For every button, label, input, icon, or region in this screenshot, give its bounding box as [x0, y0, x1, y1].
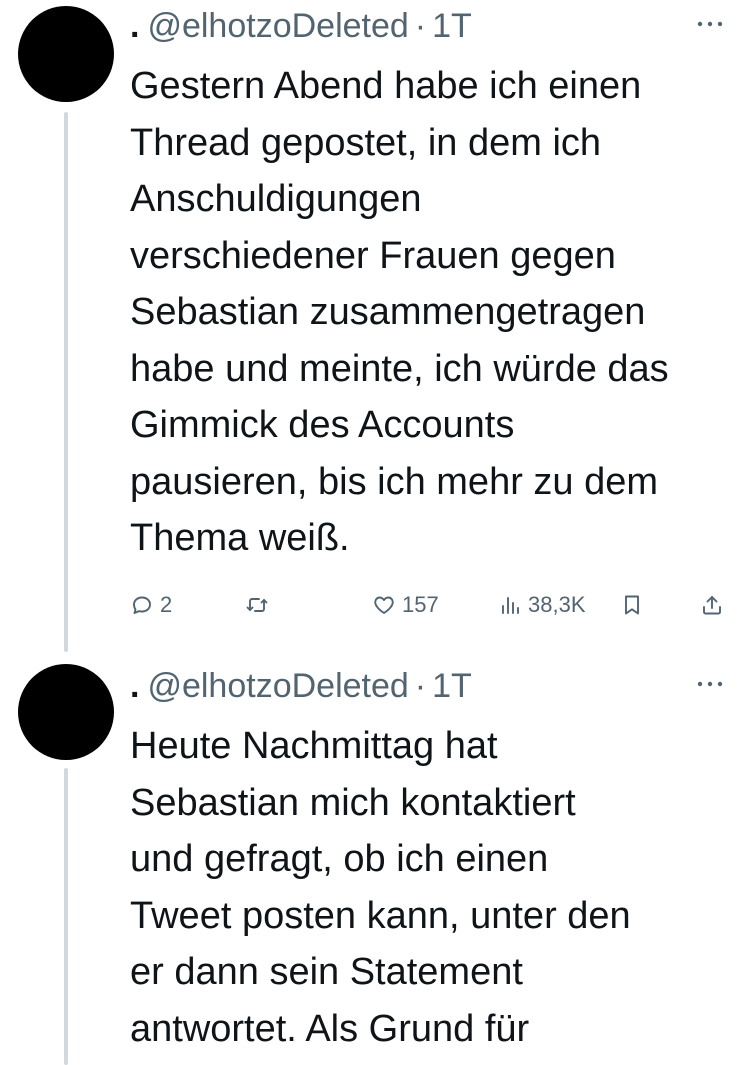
- tweet-text-line: er dann sein Statement: [130, 951, 523, 993]
- avatar[interactable]: [18, 664, 114, 760]
- thread-connector-line: [64, 768, 68, 1065]
- display-name[interactable]: .: [130, 667, 139, 706]
- tweet-text-line: Thread gepostet, in dem ich: [130, 121, 602, 164]
- user-handle[interactable]: @elhotzoDeleted: [147, 667, 408, 706]
- bookmark-icon: [625, 595, 639, 615]
- tweet-text-line: Heute Nachmittag hat: [130, 725, 498, 767]
- more-options-button[interactable]: [690, 10, 730, 38]
- display-name[interactable]: .: [130, 7, 139, 46]
- tweet-text-line: Tweet posten kann, unter den: [130, 894, 631, 937]
- tweet-text: Gestern Abend habe ich einen Thread gepo…: [130, 58, 736, 567]
- views-bar-chart-icon: [502, 597, 519, 614]
- reply-count: 2: [160, 592, 173, 617]
- action-bar: 2 157 38,3K: [130, 585, 730, 625]
- more-horizontal-icon: [697, 681, 723, 687]
- tweet[interactable]: . @elhotzoDeleted · 1T Gestern Abend hab…: [0, 0, 750, 660]
- reply-button[interactable]: 2: [130, 585, 172, 625]
- heart-icon: [374, 596, 394, 614]
- timestamp[interactable]: 1T: [432, 7, 472, 46]
- thread-connector-line: [64, 112, 68, 652]
- tweet[interactable]: . @elhotzoDeleted · 1T Heute Nachmittag …: [0, 660, 750, 1065]
- timestamp[interactable]: 1T: [432, 667, 472, 706]
- share-icon: [703, 596, 721, 615]
- views-button[interactable]: 38,3K: [498, 585, 586, 625]
- bookmark-button[interactable]: [620, 585, 644, 625]
- retweet-icon: [246, 598, 268, 612]
- user-handle[interactable]: @elhotzoDeleted: [147, 7, 408, 46]
- tweet-text-line: Anschuldigungen: [130, 178, 422, 220]
- tweet-header: . @elhotzoDeleted · 1T: [130, 6, 730, 46]
- tweet-text-line: Gimmick des Accounts: [130, 404, 515, 446]
- tweet-header: . @elhotzoDeleted · 1T: [130, 666, 730, 706]
- separator-dot: ·: [414, 666, 427, 705]
- tweet-text-line: pausieren, bis ich mehr zu dem: [130, 460, 659, 503]
- reply-bubble-icon: [133, 596, 151, 614]
- like-button[interactable]: 157: [372, 585, 439, 625]
- tweet-text-line: Sebastian zusammengetragen: [130, 291, 646, 333]
- separator-dot: ·: [414, 6, 427, 45]
- like-count: 157: [402, 592, 439, 617]
- tweet-text-line: habe und meinte, ich würde das: [130, 347, 669, 390]
- tweet-text: Heute Nachmittag hat Sebastian mich kont…: [130, 718, 736, 1057]
- view-count: 38,3K: [528, 592, 586, 617]
- tweet-text-line: Thema weiß.: [130, 517, 350, 559]
- more-horizontal-icon: [697, 21, 723, 27]
- avatar[interactable]: [18, 6, 114, 102]
- tweet-text-line: Sebastian mich kontaktiert: [130, 781, 576, 824]
- tweet-text-line: und gefragt, ob ich einen: [130, 838, 549, 880]
- tweet-text-line: antwortet. Als Grund für: [130, 1007, 530, 1050]
- tweet-text-line: verschiedener Frauen gegen: [130, 234, 616, 277]
- tweet-text-line: Gestern Abend habe ich einen: [130, 65, 642, 107]
- retweet-button[interactable]: [245, 585, 275, 625]
- more-options-button[interactable]: [690, 670, 730, 698]
- share-button[interactable]: [700, 585, 724, 625]
